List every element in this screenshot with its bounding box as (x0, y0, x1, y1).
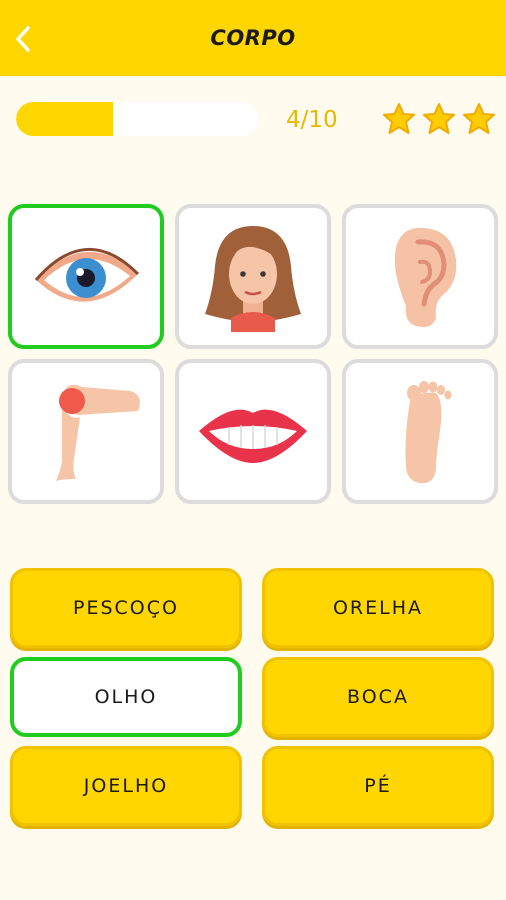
knee-leg-icon (56, 384, 140, 481)
image-card-eye[interactable] (8, 204, 164, 349)
foot-icon (405, 380, 452, 483)
image-card-mouth[interactable] (175, 359, 331, 504)
answer-button-orelha[interactable]: ORELHA (262, 568, 494, 648)
image-grid (8, 204, 500, 504)
answer-button-joelho[interactable]: JOELHO (10, 746, 242, 826)
eye-icon (34, 247, 140, 302)
mouth-icon (199, 409, 307, 463)
star-rating (382, 102, 496, 138)
star-icon (383, 103, 415, 134)
top-bar: CORPO (0, 0, 506, 76)
answer-button-pescoco[interactable]: PESCOÇO (10, 568, 242, 648)
progress-bar-fill (16, 102, 113, 136)
answer-button-olho[interactable]: OLHO (10, 657, 242, 737)
ear-icon (394, 227, 457, 327)
image-card-foot[interactable] (342, 359, 498, 504)
answer-button-boca[interactable]: BOCA (262, 657, 494, 737)
star-icon (463, 103, 495, 134)
image-card-knee[interactable] (8, 359, 164, 504)
image-card-ear[interactable] (342, 204, 498, 349)
progress-counter: 4/10 (286, 107, 338, 133)
page-title: CORPO (210, 26, 296, 50)
face-icon (205, 225, 301, 332)
star-icon (423, 103, 455, 134)
progress-bar (16, 102, 258, 136)
answer-options: PESCOÇO ORELHA OLHO BOCA JOELHO PÉ (10, 568, 498, 826)
image-card-face[interactable] (175, 204, 331, 349)
answer-button-pe[interactable]: PÉ (262, 746, 494, 826)
